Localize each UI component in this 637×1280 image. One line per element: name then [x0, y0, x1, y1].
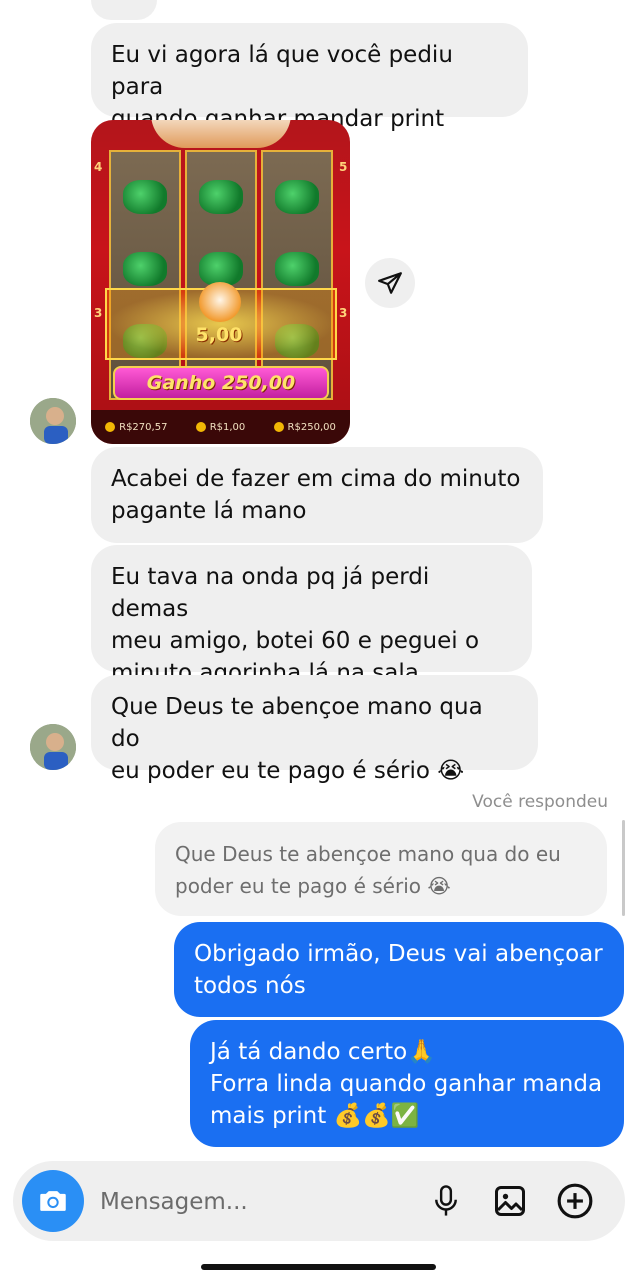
- quoted-reply-bubble[interactable]: Que Deus te abençoe mano qua do eu poder…: [155, 822, 607, 916]
- avatar[interactable]: [30, 724, 76, 770]
- message-bubble-outgoing[interactable]: Obrigado irmão, Deus vai abençoar todos …: [174, 922, 624, 1017]
- message-input[interactable]: [98, 1183, 402, 1221]
- balance-value: R$270,57: [105, 421, 167, 433]
- send-icon: [378, 272, 402, 294]
- message-bubble-incoming[interactable]: Que Deus te abençoe mano qua do eu poder…: [91, 675, 538, 784]
- shared-screenshot-image[interactable]: 5,00 Ganho 250,00 4 3 5 3 R$270,57 R$1,0…: [91, 120, 350, 444]
- camera-icon: [40, 1191, 66, 1211]
- reel-number-right: 3: [339, 306, 348, 320]
- reel-number-right: 5: [339, 160, 348, 174]
- gallery-button[interactable]: [490, 1181, 530, 1221]
- message-bubble-incoming[interactable]: Eu tava na onda pq já perdi demas meu am…: [91, 545, 532, 686]
- win-icon: [273, 421, 284, 432]
- win-value: R$250,00: [273, 421, 336, 433]
- avatar-photo-icon: [30, 398, 76, 444]
- slot-reel: [109, 150, 181, 400]
- slot-stats-bar: R$270,57 R$1,00 R$250,00: [91, 410, 350, 444]
- add-button[interactable]: [555, 1181, 595, 1221]
- ganho-banner: Ganho 250,00: [113, 366, 329, 400]
- tiger-character-icon: [199, 282, 241, 322]
- share-button[interactable]: [365, 258, 415, 308]
- wallet-icon: [105, 421, 116, 432]
- replied-label: Você respondeu: [472, 792, 608, 812]
- scrollbar[interactable]: [622, 820, 625, 916]
- message-bubble-outgoing[interactable]: Já tá dando certo🙏 Forra linda quando ga…: [190, 1020, 624, 1147]
- home-indicator[interactable]: [201, 1264, 436, 1270]
- message-bubble-incoming[interactable]: Acabei de fazer em cima do minuto pagant…: [91, 447, 543, 543]
- bet-value: R$1,00: [195, 421, 245, 433]
- win-multiplier-value: 5,00: [195, 324, 243, 346]
- reel-number-left: 4: [94, 160, 103, 174]
- microphone-icon: [435, 1185, 457, 1216]
- message-composer: [13, 1161, 625, 1241]
- camera-button[interactable]: [22, 1170, 84, 1232]
- microphone-button[interactable]: [426, 1181, 466, 1221]
- avatar[interactable]: [30, 398, 76, 444]
- slot-reel: [261, 150, 333, 400]
- gallery-icon: [495, 1186, 525, 1216]
- partial-message-bubble: [91, 0, 157, 20]
- message-bubble-incoming[interactable]: Eu vi agora lá que você pediu para quand…: [91, 23, 528, 132]
- slot-reel: [185, 150, 257, 400]
- reel-number-left: 3: [94, 306, 103, 320]
- slot-top-decoration: [151, 120, 291, 148]
- avatar-photo-icon: [30, 724, 76, 770]
- coin-icon: [195, 421, 206, 432]
- add-icon: [557, 1183, 593, 1219]
